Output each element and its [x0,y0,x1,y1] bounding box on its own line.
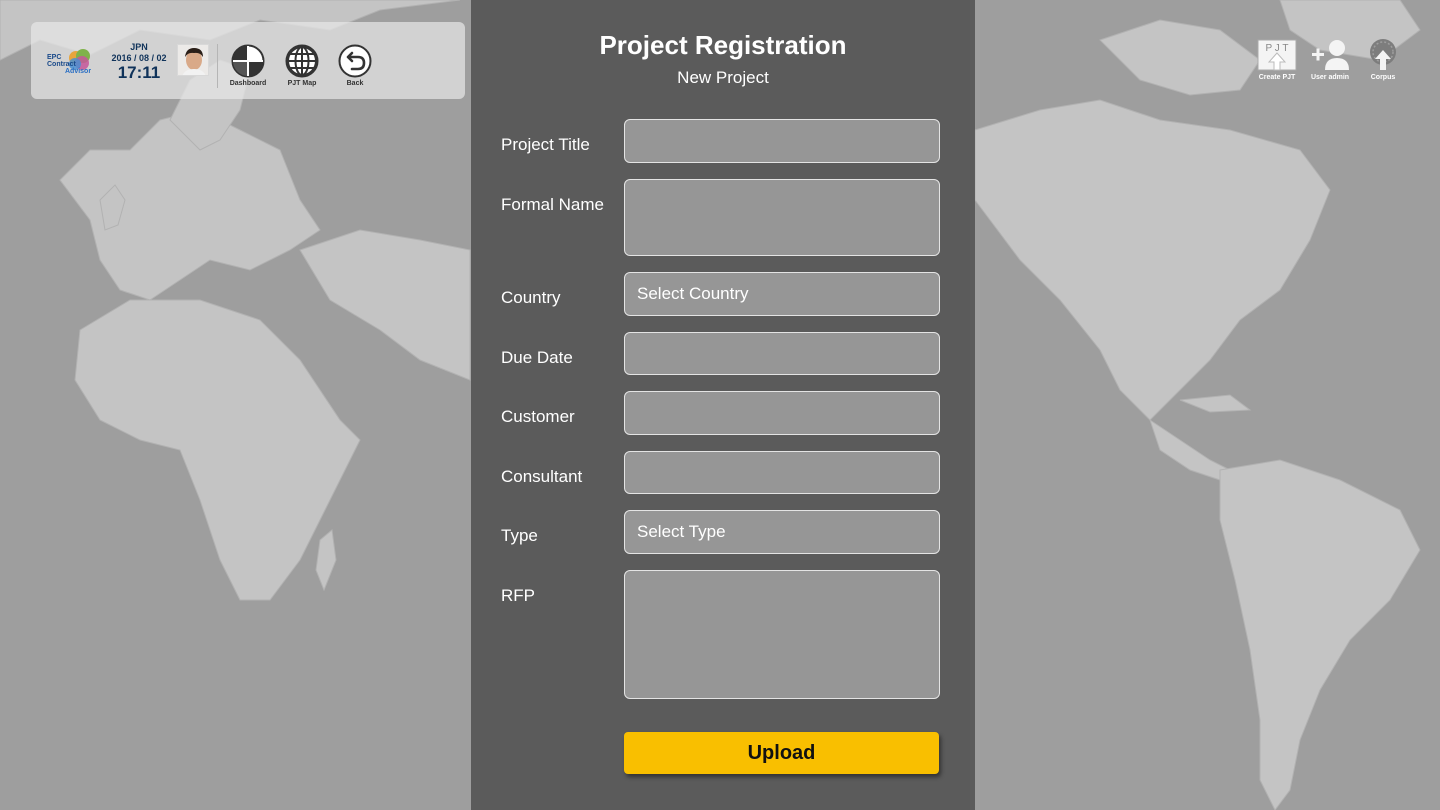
clock: JPN 2016 / 08 / 02 17:11 [107,42,171,82]
user-admin-label: User admin [1310,74,1350,81]
create-pjt-label: Create PJT [1258,74,1296,81]
formal-name-input[interactable] [624,179,940,256]
logo-line-3: Advisor [65,68,92,75]
project-title-label: Project Title [501,135,590,154]
corpus-button[interactable]: Corpus [1356,38,1410,81]
page-title: Project Registration [599,30,847,60]
project-registration-panel: Project Registration New Project Project… [471,0,975,810]
back-button[interactable]: Back [332,44,378,87]
customer-label: Customer [501,407,575,426]
dashboard-button[interactable]: Dashboard [225,44,271,87]
logo-line-2: Contract [47,61,76,68]
pjt-map-label: PJT Map [287,80,317,87]
add-user-icon [1312,40,1349,70]
pjt-map-button[interactable]: PJT Map [279,44,325,87]
rfp-input[interactable] [624,570,940,699]
top-toolbar: EPC Contract Advisor JPN 2016 / 08 / 02 … [31,22,465,99]
consultant-input[interactable] [624,451,940,494]
formal-name-label: Formal Name [501,195,604,214]
consultant-label: Consultant [501,467,583,486]
upload-button[interactable]: Upload [624,732,939,774]
due-date-input[interactable] [624,332,940,375]
due-date-label: Due Date [501,348,573,367]
country-label: Country [501,288,561,307]
country-select[interactable]: Select Country [624,272,940,316]
dashboard-label: Dashboard [229,80,267,87]
toolbar-divider [217,44,218,88]
page-subtitle: New Project [677,68,769,87]
top-right-actions: P J T Create PJT User admin Corpus [1250,38,1410,88]
clock-time: 17:11 [117,63,161,82]
type-select[interactable]: Select Type [624,510,940,554]
back-label: Back [346,80,364,87]
dashboard-icon [231,44,265,78]
clock-timezone: JPN [130,42,148,52]
type-select-value: Select Type [637,522,726,541]
type-label: Type [501,526,538,545]
user-avatar-icon [178,45,208,75]
user-admin-button[interactable]: User admin [1303,38,1357,81]
globe-icon [285,44,319,78]
app-logo: EPC Contract Advisor [45,48,99,78]
project-title-input[interactable] [624,119,940,163]
customer-input[interactable] [624,391,940,435]
corpus-label: Corpus [1370,74,1396,81]
avatar[interactable] [177,44,209,76]
logo-line-1: EPC [47,54,62,61]
back-arrow-icon [338,44,372,78]
rfp-label: RFP [501,586,535,605]
country-select-value: Select Country [637,284,749,303]
create-project-icon: P J T [1257,39,1297,71]
create-pjt-button[interactable]: P J T Create PJT [1250,38,1304,81]
corpus-upload-icon [1370,39,1396,70]
